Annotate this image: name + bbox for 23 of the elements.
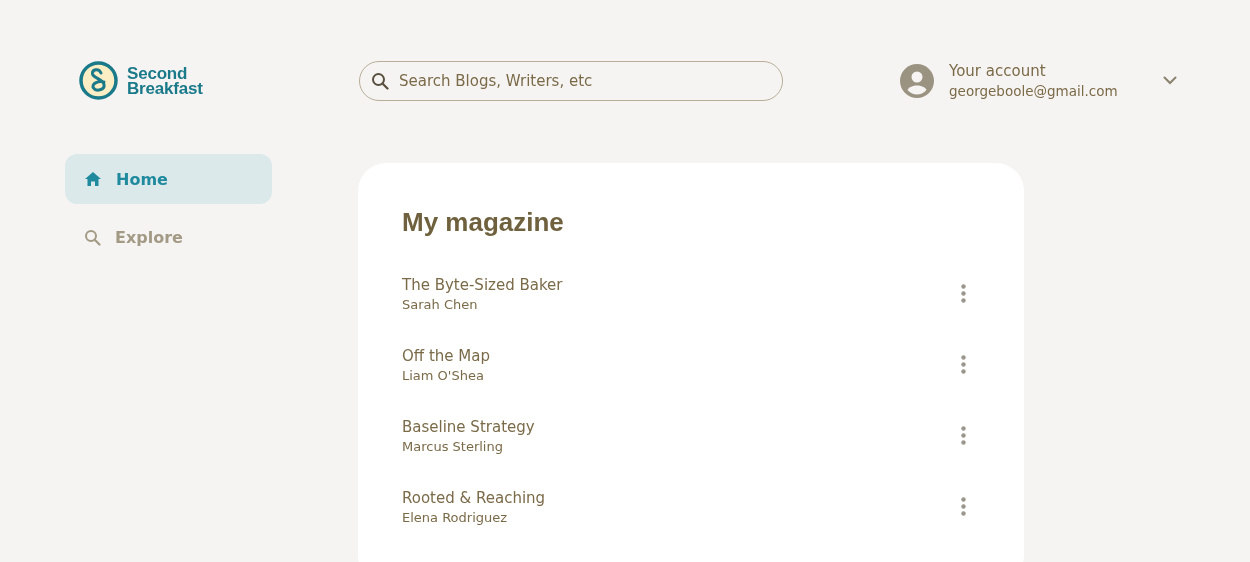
more-icon[interactable] bbox=[961, 497, 966, 516]
account-email: georgeboole@gmail.com bbox=[949, 83, 1118, 99]
more-icon[interactable] bbox=[961, 284, 966, 303]
blog-title[interactable]: The Byte-Sized Baker bbox=[402, 275, 563, 294]
chevron-down-icon[interactable] bbox=[1162, 76, 1177, 85]
logo-text: Second Breakfast bbox=[127, 65, 203, 96]
blog-title[interactable]: Baseline Strategy bbox=[402, 417, 535, 436]
author-name: Sarah Chen bbox=[402, 296, 479, 312]
logo-icon bbox=[79, 61, 118, 100]
author-name: Marcus Sterling bbox=[402, 438, 504, 454]
account-label: Your account bbox=[949, 62, 1047, 80]
author-name: Liam O'Shea bbox=[402, 367, 485, 383]
more-icon[interactable] bbox=[961, 355, 966, 374]
section-title: My magazine bbox=[402, 207, 565, 238]
avatar-icon[interactable] bbox=[900, 63, 934, 98]
home-icon bbox=[84, 171, 102, 187]
blog-title[interactable]: Off the Map bbox=[402, 346, 490, 365]
sidebar-item[interactable]: Home bbox=[65, 154, 272, 204]
more-icon[interactable] bbox=[961, 426, 966, 445]
search-field[interactable]: Search Blogs, Writers, etc bbox=[359, 60, 783, 101]
blog-title[interactable]: Rooted & Reaching bbox=[402, 488, 546, 507]
author-name: Elena Rodriguez bbox=[402, 509, 509, 525]
search-icon bbox=[84, 228, 101, 246]
